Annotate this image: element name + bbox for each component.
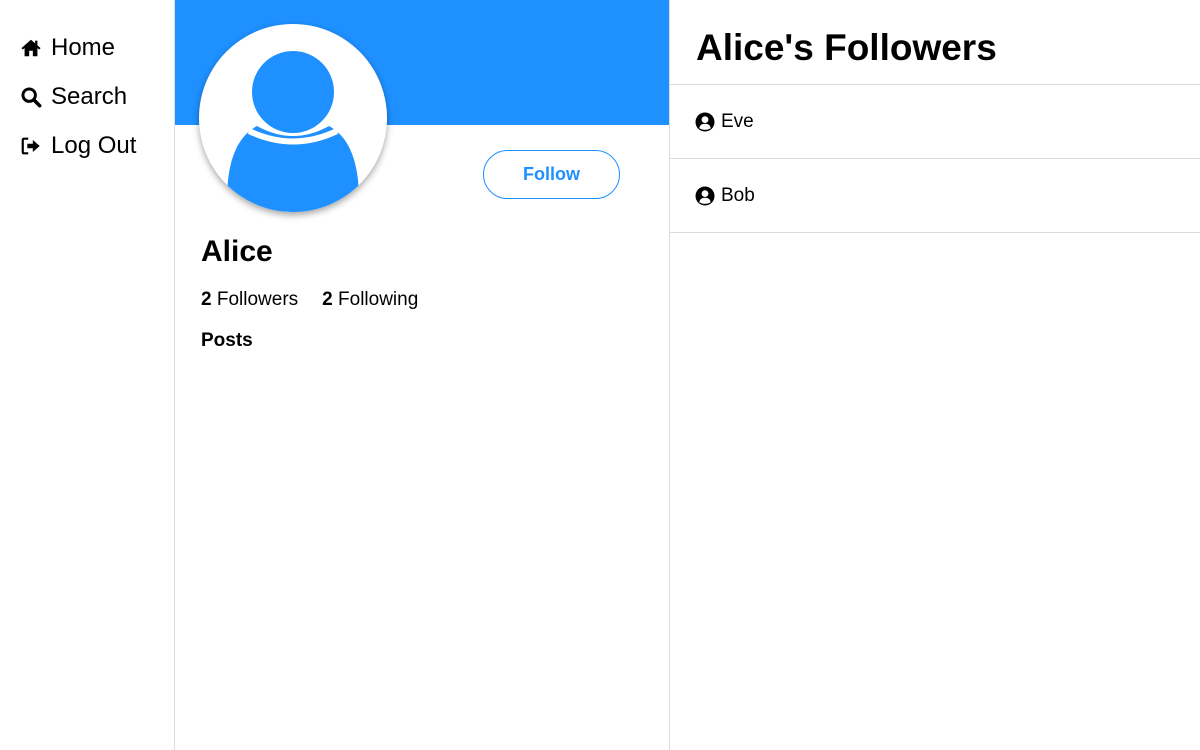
follower-name: Bob [721, 184, 755, 206]
search-icon [21, 87, 42, 108]
nav-item-search[interactable]: Search [20, 83, 127, 111]
nav-item-logout[interactable]: Log Out [20, 132, 136, 160]
profile-panel: Follow Alice 2 Followers 2 Following Pos… [174, 0, 670, 750]
nav-item-home[interactable]: Home [20, 34, 115, 62]
following-label: Following [338, 289, 419, 310]
nav-item-label: Search [51, 83, 128, 110]
nav-item-label: Log Out [51, 132, 137, 159]
user-silhouette-icon [227, 51, 359, 212]
user-circle-icon [695, 186, 715, 205]
nav-item-label: Home [51, 34, 116, 61]
user-circle-icon [695, 112, 715, 131]
followers-title: Alice's Followers [670, 0, 1200, 85]
following-count: 2 [322, 289, 333, 310]
follow-button[interactable]: Follow [483, 150, 620, 199]
followers-label: Followers [216, 289, 299, 310]
following-stat[interactable]: 2 Following [322, 289, 418, 311]
logout-icon [21, 137, 40, 155]
follower-name: Eve [721, 110, 754, 132]
followers-stat[interactable]: 2 Followers [201, 289, 298, 311]
home-icon [21, 39, 41, 57]
profile-name: Alice [201, 235, 273, 268]
followers-count: 2 [201, 289, 212, 310]
sidebar-nav: Home Search Log Out [0, 0, 174, 750]
follower-item-bob[interactable]: Bob [670, 159, 1200, 233]
follower-item-eve[interactable]: Eve [670, 85, 1200, 159]
app-root: Home Search Log Out Follow Alice 2 Follo… [0, 0, 1200, 750]
avatar [199, 24, 387, 212]
profile-stats: 2 Followers 2 Following [201, 289, 442, 311]
followers-panel: Alice's Followers Eve Bob [670, 0, 1200, 750]
posts-heading: Posts [201, 330, 253, 351]
